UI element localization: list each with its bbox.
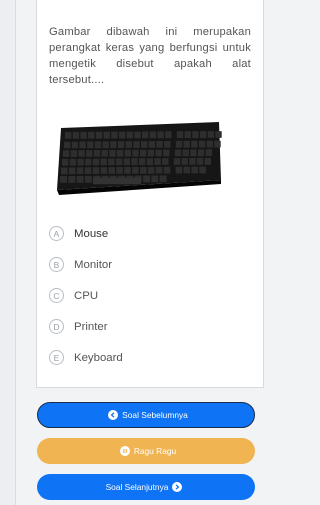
- chevron-right-icon: [172, 482, 183, 492]
- option-label: Monitor: [74, 258, 112, 271]
- option-letter: C: [49, 288, 64, 303]
- previous-question-label: Soal Sebelumnya: [122, 410, 188, 420]
- option-e[interactable]: E Keyboard: [49, 342, 249, 373]
- option-c[interactable]: C CPU: [49, 280, 249, 311]
- option-letter: E: [49, 350, 64, 365]
- pause-icon: [119, 446, 130, 456]
- question-text: Gambar dibawah ini merupakan perangkat k…: [49, 26, 251, 86]
- option-letter: A: [49, 226, 64, 241]
- option-letter: B: [49, 257, 64, 272]
- question-card: Gambar dibawah ini merupakan perangkat k…: [36, 0, 264, 388]
- chevron-left-icon: [108, 410, 119, 420]
- option-label: Keyboard: [74, 351, 123, 364]
- option-d[interactable]: D Printer: [49, 311, 249, 342]
- page-scrollbar[interactable]: [0, 0, 16, 505]
- doubtful-button[interactable]: Ragu Ragu: [37, 438, 255, 464]
- answer-options: A Mouse B Monitor C CPU D Printer E Keyb…: [49, 218, 249, 373]
- keyboard-image: [57, 122, 222, 195]
- option-label: Printer: [74, 320, 108, 333]
- option-label: CPU: [74, 289, 99, 302]
- option-a[interactable]: A Mouse: [49, 218, 249, 249]
- doubtful-label: Ragu Ragu: [133, 446, 177, 456]
- next-question-label: Soal Selanjutnya: [105, 482, 169, 492]
- next-question-button[interactable]: Soal Selanjutnya: [37, 474, 255, 500]
- option-letter: D: [49, 319, 64, 334]
- option-b[interactable]: B Monitor: [49, 249, 249, 280]
- option-label: Mouse: [74, 227, 109, 240]
- previous-question-button[interactable]: Soal Sebelumnya: [37, 402, 255, 428]
